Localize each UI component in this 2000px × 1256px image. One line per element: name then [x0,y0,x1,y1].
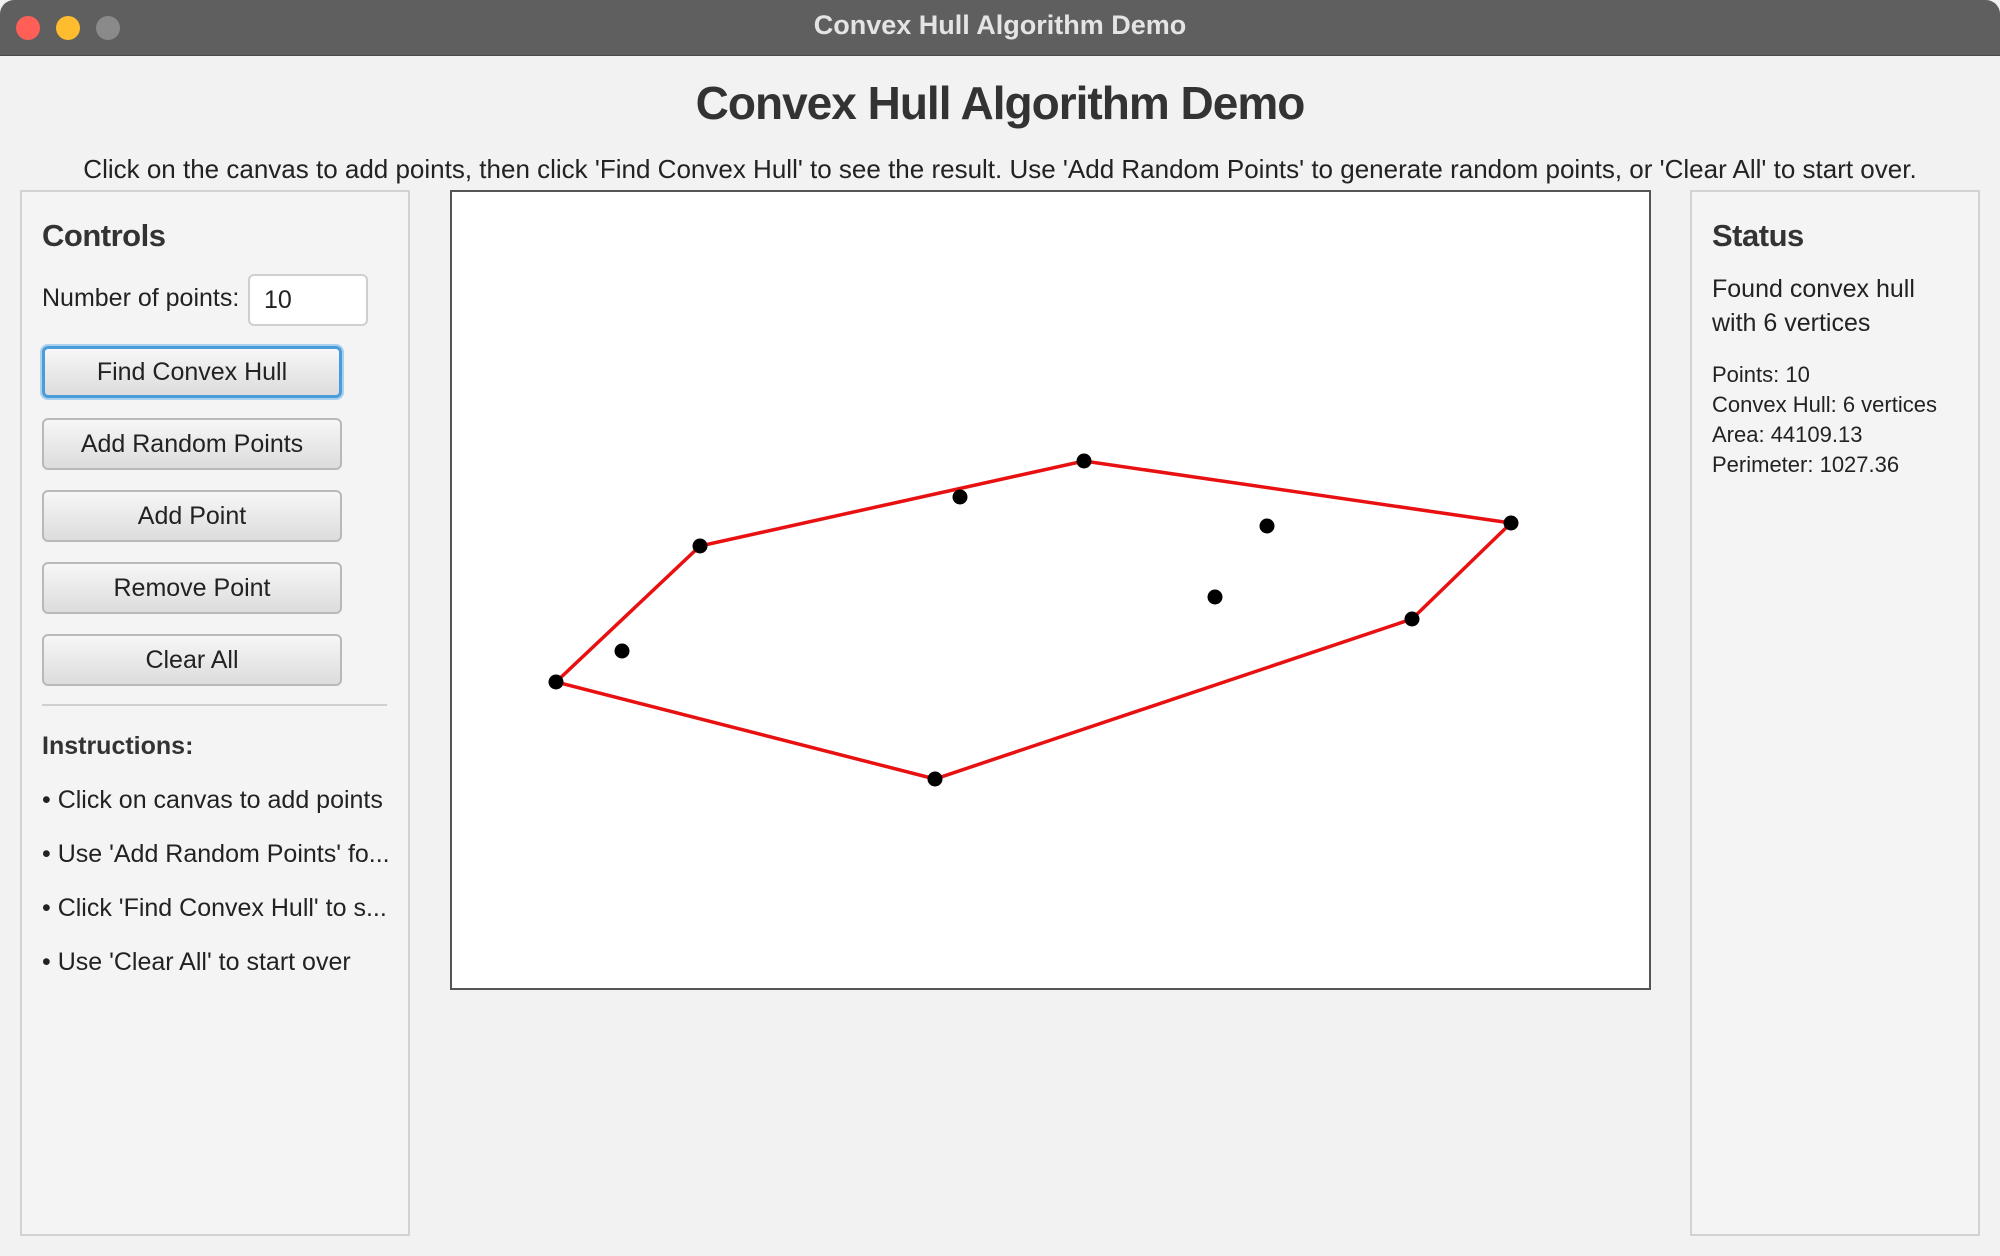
instruction-item: • Use 'Clear All' to start over [42,948,351,976]
clear-all-button[interactable]: Clear All [42,634,342,686]
app-window: Convex Hull Algorithm Demo Convex Hull A… [0,0,2000,1256]
status-message: Found convex hull with 6 vertices [1712,275,1915,337]
remove-point-button[interactable]: Remove Point [42,562,342,614]
hull-vertices: Convex Hull: 6 vertices [1712,392,1937,417]
number-of-points-input[interactable]: 10 [248,274,368,326]
canvas-point[interactable] [1259,518,1275,534]
status-panel: Status Found convex hull with 6 vertices… [1690,190,1980,1236]
canvas-point[interactable] [952,489,968,505]
instruction-item: • Click on canvas to add points [42,786,383,814]
canvas-point[interactable] [1503,515,1519,531]
add-random-points-button[interactable]: Add Random Points [42,418,342,470]
canvas-point[interactable] [1404,611,1420,627]
drawing-canvas[interactable] [450,190,1651,990]
find-convex-hull-button[interactable]: Find Convex Hull [42,346,342,398]
controls-divider [42,704,387,706]
canvas-point[interactable] [1076,453,1092,469]
number-of-points-label: Number of points: [42,284,240,312]
add-point-button[interactable]: Add Point [42,490,342,542]
convex-hull-polygon [552,459,1515,781]
instruction-item: • Click 'Find Convex Hull' to s... [42,894,387,922]
canvas-point[interactable] [927,771,943,787]
instructions-heading: Instructions: [42,732,194,760]
controls-heading: Controls [42,218,166,253]
points-count: Points: 10 [1712,362,1810,387]
controls-panel: Controls Number of points: 10 Find Conve… [20,190,410,1236]
window-title: Convex Hull Algorithm Demo [813,10,1187,40]
instructions-subtitle: Click on the canvas to add points, then … [83,154,1917,184]
canvas-point[interactable] [614,643,630,659]
instruction-item: • Use 'Add Random Points' fo... [42,840,390,868]
hull-area: Area: 44109.13 [1712,422,1863,447]
canvas-svg [548,453,1519,787]
canvas-point[interactable] [1207,589,1223,605]
title-bar: Convex Hull Algorithm Demo [0,0,2000,56]
hull-perimeter: Perimeter: 1027.36 [1712,452,1900,477]
canvas-point[interactable] [692,538,708,554]
page-title: Convex Hull Algorithm Demo [695,77,1306,129]
canvas-point[interactable] [548,674,564,690]
status-heading: Status [1712,218,1804,253]
